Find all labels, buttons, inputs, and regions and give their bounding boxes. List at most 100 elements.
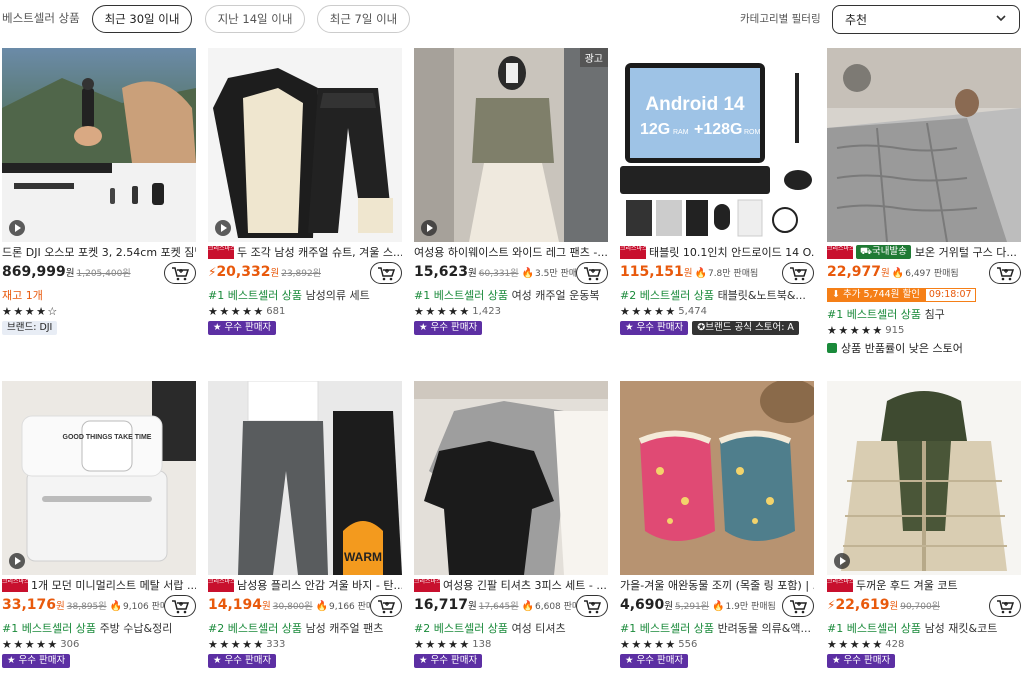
bestseller-rank[interactable]: #1 베스트셀러 상품 남성의류 세트 [208, 287, 402, 301]
product-card[interactable]: Android 14 12G RAM +128G ROM 크리스마스 할인 태블릿… [620, 48, 814, 338]
product-image[interactable] [827, 381, 1021, 575]
add-to-cart-button[interactable] [782, 262, 814, 284]
product-title[interactable]: 크리스마스 할인 태블릿 10.1인치 안드로이드 14 O... [620, 245, 814, 259]
domestic-shipping-badge: ⛟국내발송 [856, 245, 911, 259]
cart-icon [378, 266, 395, 280]
review-count: 428 [885, 638, 905, 650]
lightning-icon: ⚡ [827, 598, 836, 612]
category-filter-label: 카테고리별 필터링 [740, 13, 821, 25]
christmas-sale-badge: 크리스마스 할인 [827, 578, 868, 592]
warm-text: WARM [344, 550, 382, 564]
product-card[interactable]: 크리스마스 할인 ⛟국내발송 보온 거위털 구스 다... 22,977 원 🔥 6,4… [827, 48, 1021, 358]
bestseller-rank[interactable]: #1 베스트셀러 상품 침구 [827, 306, 1021, 320]
bestseller-rank[interactable]: #1 베스트셀러 상품 남성 재킷&코트 [827, 620, 1021, 634]
product-title[interactable]: 가을-겨울 애완동물 조끼 (목줄 링 포함) | ... [620, 578, 814, 592]
rating-stars: ★ ★ ★ ★ ★ 138 [414, 637, 491, 651]
brand-official-store-badge[interactable]: ✪브랜드 공식 스토어: A [692, 321, 799, 335]
product-image[interactable]: GOOD THINGS TAKE TIME [2, 381, 196, 575]
product-card[interactable]: 크리스마스 할인 여성용 긴팔 티셔츠 3피스 세트 - ... 16,717 원 … [414, 381, 608, 671]
product-photo [620, 381, 814, 575]
product-image[interactable]: 광고 [414, 48, 608, 242]
christmas-sale-badge: 크리스마스 할인 [208, 245, 249, 259]
play-video-icon[interactable] [215, 220, 231, 236]
product-title[interactable]: 드론 DJI 오스모 포켓 3, 2.54cm 포켓 짐벌... [2, 245, 196, 259]
bestseller-rank[interactable]: #1 베스트셀러 상품 여성 캐주얼 운동복 [414, 287, 608, 301]
add-to-cart-button[interactable] [782, 595, 814, 617]
product-card[interactable]: 드론 DJI 오스모 포켓 3, 2.54cm 포켓 짐벌... 869,999… [2, 48, 196, 338]
star-badge-icon: ★ [625, 322, 637, 333]
tab-14-days[interactable]: 지난 14일 이내 [205, 5, 305, 33]
star-icons: ★ ★ ★ ★ ★ [827, 637, 882, 651]
tab-7-days[interactable]: 최근 7일 이내 [317, 5, 410, 33]
product-image[interactable] [208, 48, 402, 242]
bestseller-rank[interactable]: #2 베스트셀러 상품 남성 캐주얼 팬츠 [208, 620, 402, 634]
product-card[interactable]: 크리스마스 할인 두 조각 남성 캐주얼 슈트, 겨울 스... ⚡ 20,332 원… [208, 48, 402, 338]
product-title[interactable]: 크리스마스 할인 ⛟국내발송 보온 거위털 구스 다... [827, 245, 1021, 259]
rating-stars: ★ ★ ★ ★ ★ 5,474 [620, 304, 707, 318]
currency: 원 [468, 268, 477, 279]
product-image[interactable]: WARM [208, 381, 402, 575]
original-price: 60,331원 [478, 269, 519, 279]
seller-text: 우수 판매자 [430, 322, 478, 333]
ad-badge: 광고 [579, 48, 608, 67]
product-card[interactable]: 가을-겨울 애완동물 조끼 (목줄 링 포함) | ... 4,690 원 5,2… [620, 381, 814, 671]
bestseller-rank[interactable]: #2 베스트셀러 상품 태블릿&노트북&... [620, 287, 814, 301]
rank-category: 태블릿&노트북&... [717, 289, 806, 301]
product-image[interactable] [620, 381, 814, 575]
low-return-text: 상품 반품률이 낮은 스토어 [841, 342, 963, 355]
product-title[interactable]: 크리스마스 할인 1개 모던 미니멀리스트 메탈 서랍 ... [2, 578, 196, 592]
product-title-text: 보온 거위털 구스 다... [914, 246, 1017, 259]
add-to-cart-button[interactable] [576, 262, 608, 284]
product-title[interactable]: 크리스마스 할인 여성용 긴팔 티셔츠 3피스 세트 - ... [414, 578, 608, 592]
play-video-icon[interactable] [834, 553, 850, 569]
product-image[interactable]: Android 14 12G RAM +128G ROM [620, 48, 814, 242]
product-title[interactable]: 크리스마스 할인 두꺼운 후드 겨울 코트 [827, 578, 1021, 592]
star-icons: ★ ★ ★ ★ ★ [827, 323, 882, 337]
add-to-cart-button[interactable] [576, 595, 608, 617]
product-photo [827, 381, 1021, 575]
down-arrow-icon: ⬇ [832, 289, 843, 300]
play-video-icon[interactable] [9, 553, 25, 569]
star-badge-icon: ★ [213, 322, 225, 333]
bestseller-rank[interactable]: #1 베스트셀러 상품 반려동물 의류&액... [620, 620, 814, 634]
add-to-cart-button[interactable] [370, 595, 402, 617]
cart-icon [790, 599, 807, 613]
currency: 원 [683, 268, 693, 279]
product-card[interactable]: 크리스마스 할인 두꺼운 후드 겨울 코트 ⚡ 22,619 원 90,700원 #1… [827, 381, 1021, 671]
rating-stars: ★ ★ ★ ★ ★ 428 [827, 637, 904, 651]
play-video-icon[interactable] [9, 220, 25, 236]
flame-icon: 🔥 [712, 601, 725, 612]
star-icons: ★ ★ ★ ★ ★ [414, 637, 469, 651]
image-rom-text: +128G [694, 121, 742, 138]
product-image[interactable] [827, 48, 1021, 242]
sort-select[interactable]: 추천 [832, 5, 1020, 34]
product-image[interactable] [2, 48, 196, 242]
bestseller-rank[interactable]: #2 베스트셀러 상품 여성 티셔츠 [414, 620, 608, 634]
product-card[interactable]: WARM 크리스마스 할인 남성용 플리스 안감 겨울 바지 - 탄... 14,… [208, 381, 402, 671]
product-card[interactable]: 광고 여성용 하이웨이스트 와이드 레그 팬츠 -... 15,623 원 60,… [414, 48, 608, 338]
product-photo: Android 14 12G RAM +128G ROM [620, 48, 814, 242]
product-title[interactable]: 크리스마스 할인 두 조각 남성 캐주얼 슈트, 겨울 스... [208, 245, 402, 259]
rank-category: 남성의류 세트 [305, 289, 370, 301]
top-seller-badge: ★ 우수 판매자 [414, 654, 483, 668]
add-to-cart-button[interactable] [989, 595, 1021, 617]
countdown-timer: 09:18:07 [924, 288, 976, 302]
tab-30-days[interactable]: 최근 30일 이내 [92, 5, 192, 33]
brand-tag[interactable]: 브랜드: DJI [2, 321, 58, 335]
product-image[interactable] [414, 381, 608, 575]
rank-category: 여성 캐주얼 운동복 [511, 289, 600, 301]
bestseller-rank[interactable]: #1 베스트셀러 상품 주방 수납&정리 [2, 620, 196, 634]
add-to-cart-button[interactable] [164, 595, 196, 617]
product-title[interactable]: 여성용 하이웨이스트 와이드 레그 팬츠 -... [414, 245, 608, 259]
product-title[interactable]: 크리스마스 할인 남성용 플리스 안감 겨울 바지 - 탄... [208, 578, 402, 592]
rank-text: #1 베스트셀러 상품 [414, 289, 509, 301]
add-to-cart-button[interactable] [164, 262, 196, 284]
cart-icon [790, 266, 807, 280]
product-card[interactable]: GOOD THINGS TAKE TIME 크리스마스 할인 1개 모던 미니멀리… [2, 381, 196, 671]
play-video-icon[interactable] [421, 220, 437, 236]
add-to-cart-button[interactable] [370, 262, 402, 284]
cart-icon [997, 266, 1014, 280]
rating-stars: ★ ★ ★ ★ ★ 1,423 [414, 304, 501, 318]
add-to-cart-button[interactable] [989, 262, 1021, 284]
rank-text: #1 베스트셀러 상품 [620, 622, 715, 634]
